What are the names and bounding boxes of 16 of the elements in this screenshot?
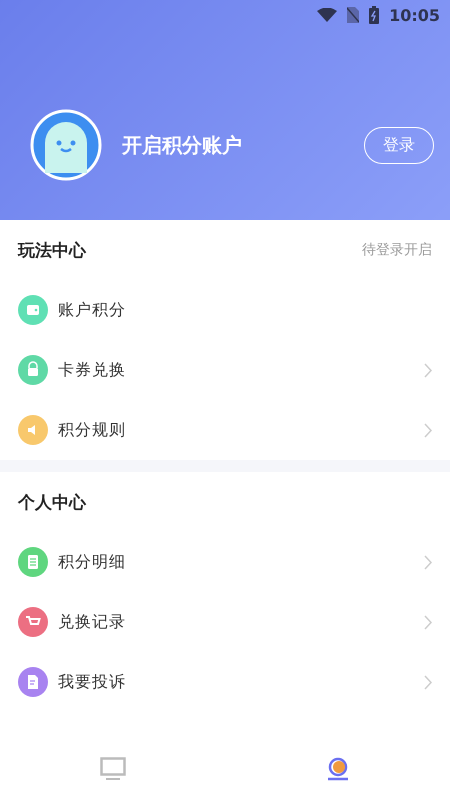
profile-icon[interactable] bbox=[326, 757, 348, 781]
section-title: 个人中心 bbox=[18, 492, 86, 514]
menu-item-label[interactable]: 积分明细 bbox=[58, 552, 414, 572]
avatar-icon bbox=[30, 109, 102, 181]
status-time: 10:05 bbox=[389, 6, 440, 24]
section-title: 玩法中心 bbox=[18, 240, 86, 262]
menu-item-label[interactable]: 兑换记录 bbox=[58, 612, 414, 632]
menu-item-label[interactable]: 卡券兑换 bbox=[58, 360, 414, 380]
menu-item-label[interactable]: 积分规则 bbox=[58, 420, 414, 440]
wifi-icon bbox=[317, 8, 338, 22]
profile-title: 开启积分账户 bbox=[122, 132, 243, 158]
menu-item-label[interactable]: 账户积分 bbox=[58, 300, 432, 320]
no-sim-icon bbox=[347, 7, 360, 23]
menu-item-label[interactable]: 我要投诉 bbox=[58, 672, 414, 692]
section-note: 待登录开启 bbox=[362, 241, 432, 259]
battery-icon bbox=[369, 6, 380, 24]
